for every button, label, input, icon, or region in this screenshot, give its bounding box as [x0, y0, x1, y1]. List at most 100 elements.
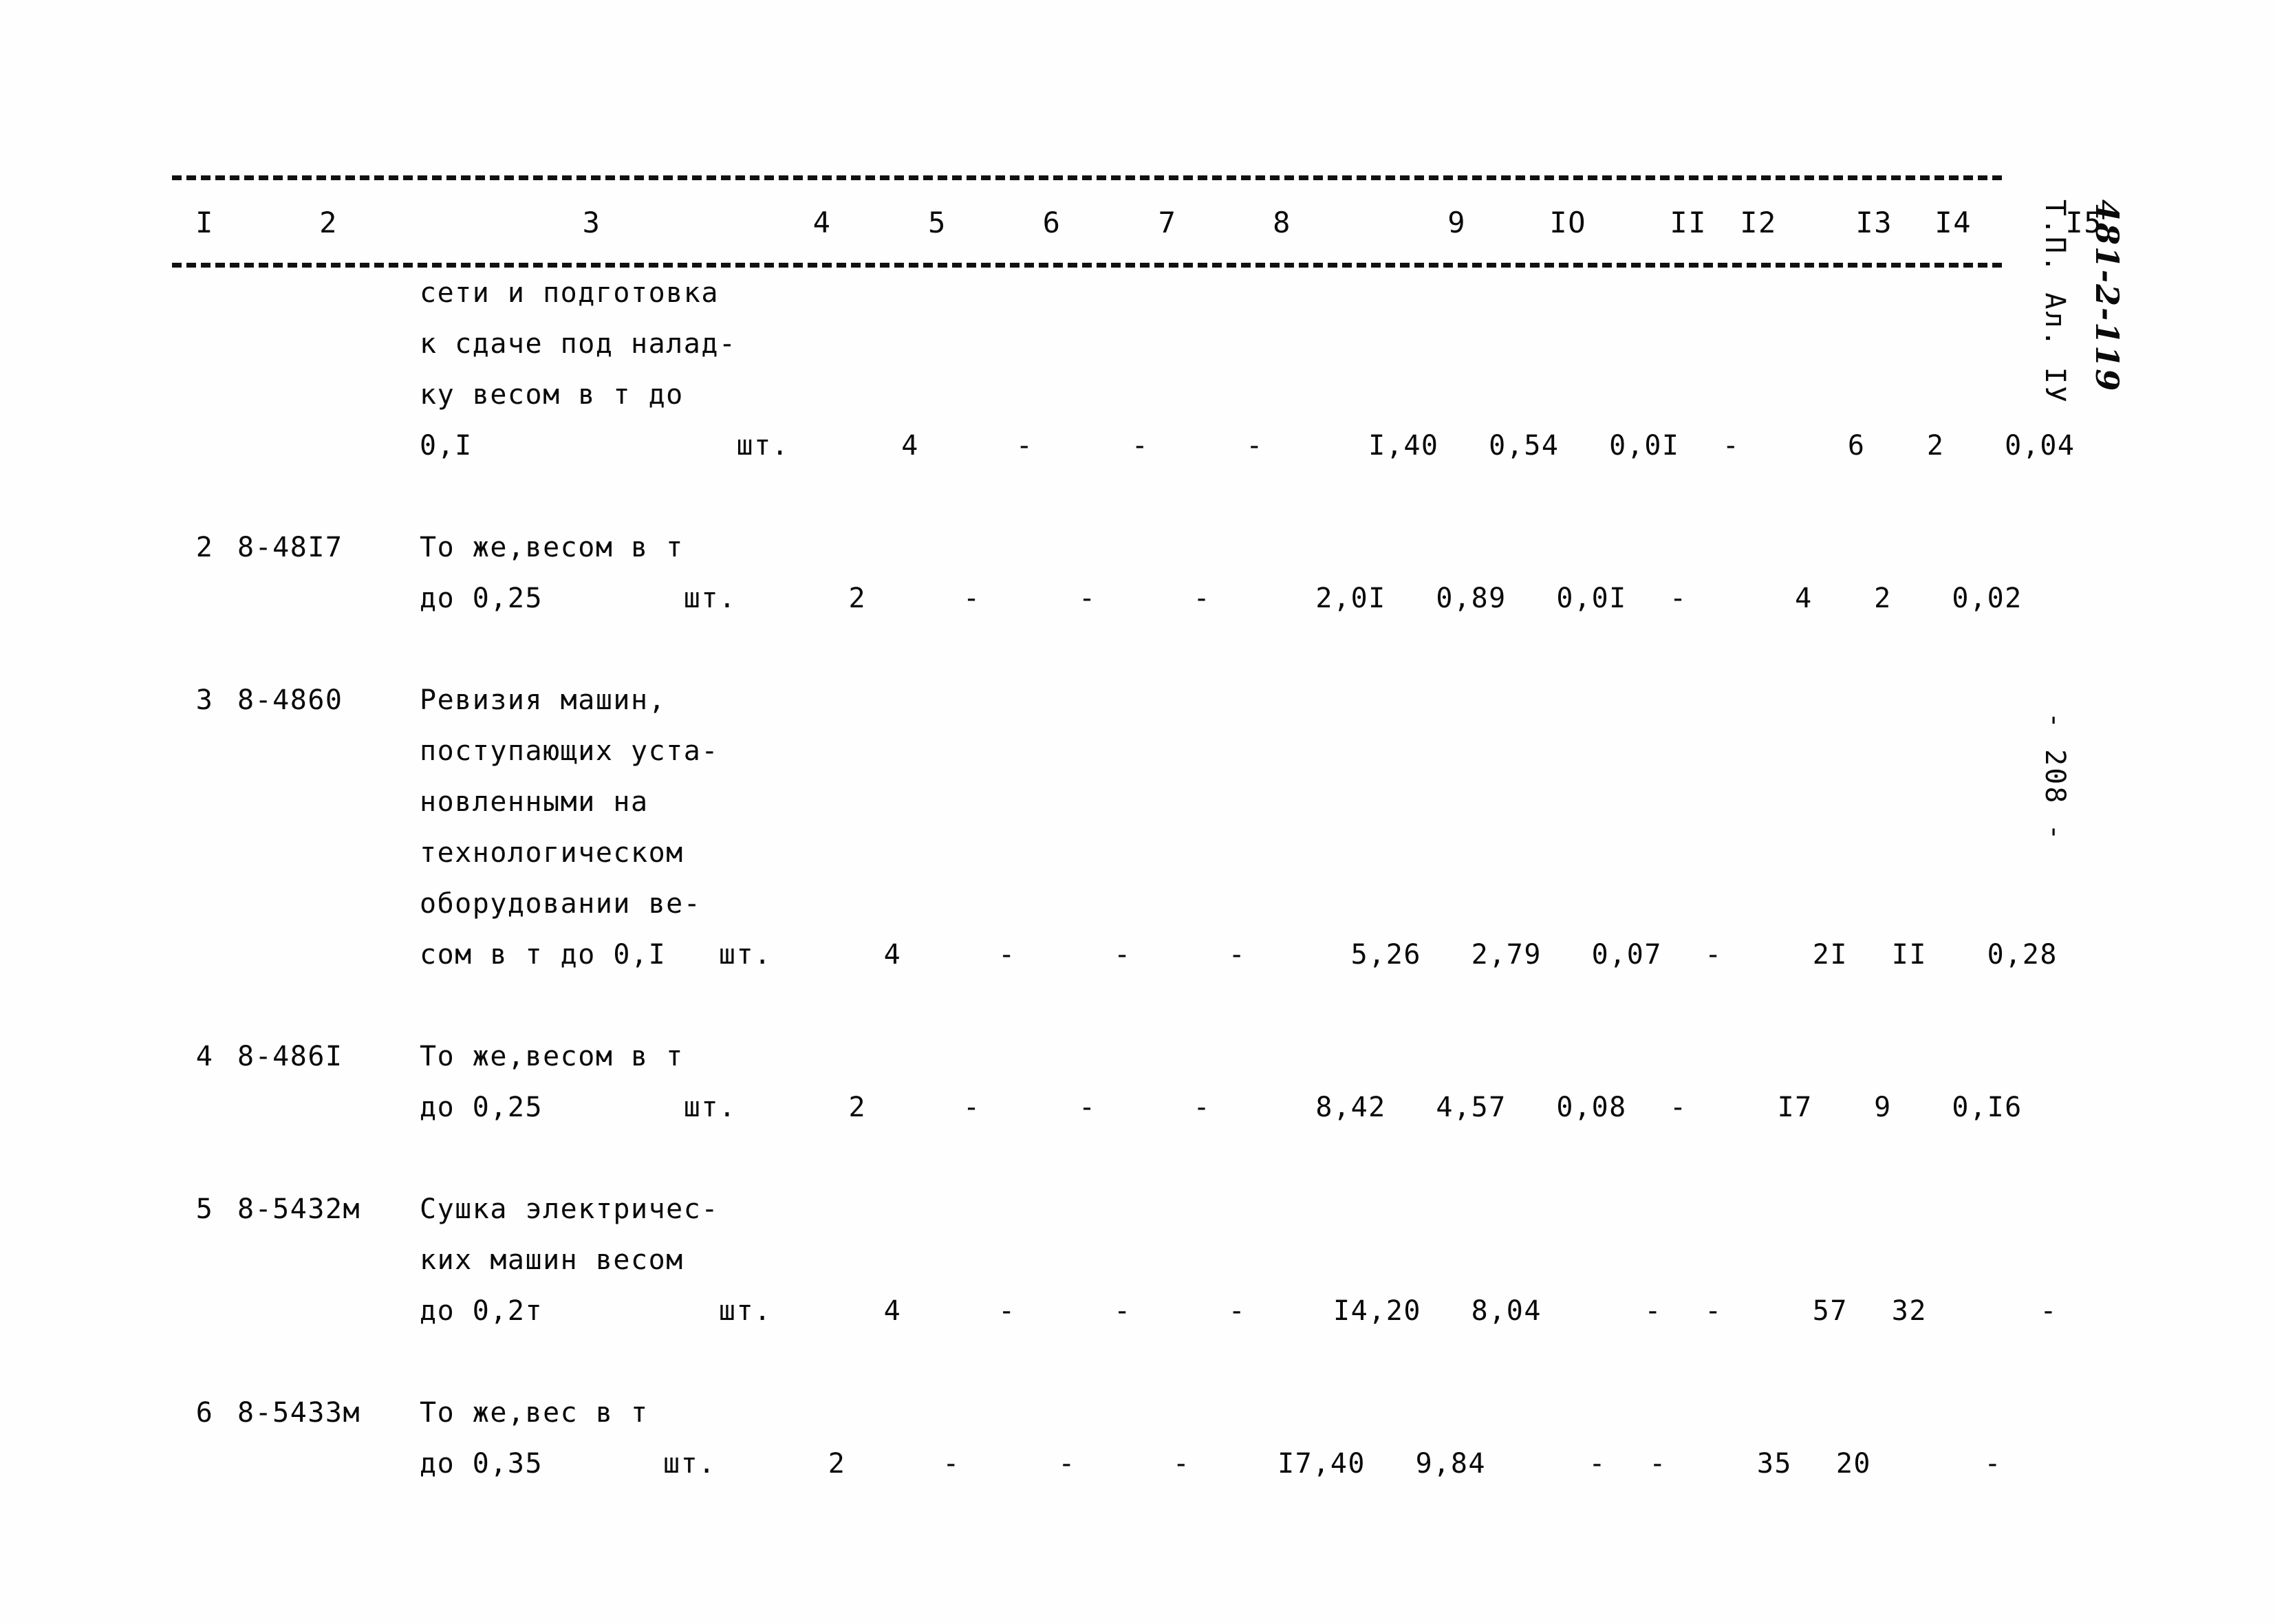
- row-value-15: 0,02: [1952, 583, 2023, 614]
- row-description-line: То же,вес в т: [420, 1397, 649, 1429]
- row-unit: шт.: [683, 1092, 737, 1123]
- row-quantity: 2: [828, 1448, 846, 1480]
- row-value-8: -: [1193, 1092, 1211, 1123]
- row-value-7: -: [1114, 1295, 1132, 1327]
- row-code: 8-5433м: [237, 1397, 361, 1429]
- row-description-line: ких машин весом: [420, 1244, 684, 1276]
- row-value-11: 0,0I: [1609, 430, 1680, 462]
- row-description: То же,вес в т до 0,35: [420, 1387, 663, 1489]
- row-quantity: 2: [848, 583, 867, 614]
- row-value-14: 20: [1835, 1448, 1871, 1480]
- row-description-line: до 0,2т: [420, 1295, 543, 1327]
- row-value-12: -: [1669, 1092, 1688, 1123]
- row-value-14: 32: [1891, 1295, 1927, 1327]
- row-quantity: 4: [883, 939, 902, 971]
- row-value-11: -: [1588, 1448, 1606, 1480]
- row-description: То же,весом в т до 0,25: [420, 1031, 684, 1133]
- row-value-15: 0,I6: [1952, 1092, 2023, 1123]
- row-number: 6: [195, 1397, 214, 1429]
- table-top-rule: [172, 175, 2002, 180]
- row-description: То же,весом в т до 0,25: [420, 522, 684, 624]
- row-value-14: 2: [1874, 583, 1892, 614]
- column-header-7: 7: [1158, 206, 1177, 239]
- row-value-8: -: [1228, 939, 1247, 971]
- row-value-8: -: [1246, 430, 1264, 462]
- margin-album-label: Т.П. Ал. IУ: [2039, 199, 2071, 404]
- column-header-15: I5: [2065, 206, 2102, 239]
- column-header-6: 6: [1042, 206, 1061, 239]
- column-header-4: 4: [812, 206, 832, 239]
- column-header-9: 9: [1447, 206, 1466, 239]
- row-code: 8-4860: [237, 684, 343, 716]
- table-row: сети и подготовка к сдаче под налад-ку ве…: [172, 268, 2074, 471]
- column-header-11: II: [1670, 206, 1707, 239]
- row-quantity: 4: [883, 1295, 902, 1327]
- page-number: - 208 -: [2039, 712, 2071, 843]
- row-value-12: -: [1722, 430, 1740, 462]
- table-body: сети и подготовка к сдаче под налад-ку ве…: [172, 268, 2074, 1489]
- column-header-12: I2: [1740, 206, 1777, 239]
- row-value-7: -: [1131, 430, 1150, 462]
- row-description-line: Ревизия машин,: [420, 684, 667, 716]
- row-value-6: -: [998, 1295, 1016, 1327]
- row-quantity: 2: [848, 1092, 867, 1123]
- row-value-10: 0,54: [1489, 430, 1560, 462]
- row-value-12: -: [1705, 939, 1723, 971]
- row-code: 8-48I7: [237, 532, 343, 563]
- row-value-10: 8,04: [1471, 1295, 1542, 1327]
- row-description-line: поступающих уста-: [420, 735, 719, 767]
- row-code: 8-486I: [237, 1041, 343, 1072]
- table-row: 4 8-486I То же,весом в т до 0,25 шт. 2 - - - 8,42…: [172, 1031, 2022, 1133]
- table-row: 5 8-5432м Сушка электричес-ких машин весом…: [172, 1184, 2057, 1336]
- column-header-10: IO: [1549, 206, 1586, 239]
- row-value-14: II: [1891, 939, 1927, 971]
- row-description-line: Сушка электричес-: [420, 1193, 719, 1225]
- row-value-15: 0,04: [2005, 430, 2075, 462]
- row-value-15: -: [1984, 1448, 2002, 1480]
- row-value-7: -: [1114, 939, 1132, 971]
- row-value-13: 2I: [1812, 939, 1848, 971]
- row-value-7: -: [1078, 1092, 1097, 1123]
- row-value-14: 2: [1926, 430, 1945, 462]
- row-code: 8-5432м: [237, 1193, 361, 1225]
- column-header-13: I3: [1855, 206, 1893, 239]
- row-description-line: к сдаче под налад-: [420, 328, 737, 360]
- row-value-9: 8,42: [1315, 1092, 1386, 1123]
- row-spacer: [172, 980, 2009, 1031]
- row-value-6: -: [998, 939, 1016, 971]
- table-row: З 8-4860 Ревизия машин, поступающих уста-но…: [172, 675, 2057, 980]
- row-value-13: 35: [1756, 1448, 1792, 1480]
- row-value-6: -: [942, 1448, 960, 1480]
- row-value-6: -: [962, 1092, 981, 1123]
- row-value-9: 5,26: [1350, 939, 1421, 971]
- row-description-line: То же,весом в т: [420, 532, 684, 563]
- column-header-8: 8: [1273, 206, 1291, 239]
- row-number: З: [195, 684, 214, 716]
- column-header-14: I4: [1934, 206, 1972, 239]
- row-unit: шт.: [683, 583, 737, 614]
- row-value-13: 6: [1847, 430, 1866, 462]
- row-unit: шт.: [663, 1448, 716, 1480]
- row-value-6: -: [1015, 430, 1034, 462]
- estimate-table: I 2 3 4 5 6 7 8 9 IO II I2 I3 I4 I5 сети…: [172, 175, 2102, 1489]
- document-page: I 2 3 4 5 6 7 8 9 IO II I2 I3 I4 I5 сети…: [0, 0, 2275, 1624]
- table-column-header-row: I 2 3 4 5 6 7 8 9 IO II I2 I3 I4 I5: [172, 201, 2101, 245]
- row-value-13: 57: [1812, 1295, 1848, 1327]
- row-spacer: [172, 471, 2009, 522]
- row-unit: шт.: [718, 1295, 772, 1327]
- row-value-14: 9: [1874, 1092, 1892, 1123]
- row-description-line: сети и подготовка: [420, 277, 719, 309]
- row-value-6: -: [962, 583, 981, 614]
- row-value-7: -: [1078, 583, 1097, 614]
- row-spacer: [172, 1133, 2009, 1184]
- row-description: Ревизия машин, поступающих уста-новленным…: [420, 675, 719, 980]
- row-value-15: 0,28: [1987, 939, 2058, 971]
- row-description-line: То же,весом в т: [420, 1041, 684, 1072]
- row-value-11: 0,0I: [1556, 583, 1627, 614]
- row-value-12: -: [1705, 1295, 1723, 1327]
- row-description: сети и подготовка к сдаче под налад-ку ве…: [420, 268, 736, 471]
- column-header-1: I: [195, 206, 214, 239]
- row-description-line: 0,I: [420, 430, 473, 462]
- row-value-10: 2,79: [1471, 939, 1542, 971]
- row-description-line: технологическом: [420, 837, 684, 869]
